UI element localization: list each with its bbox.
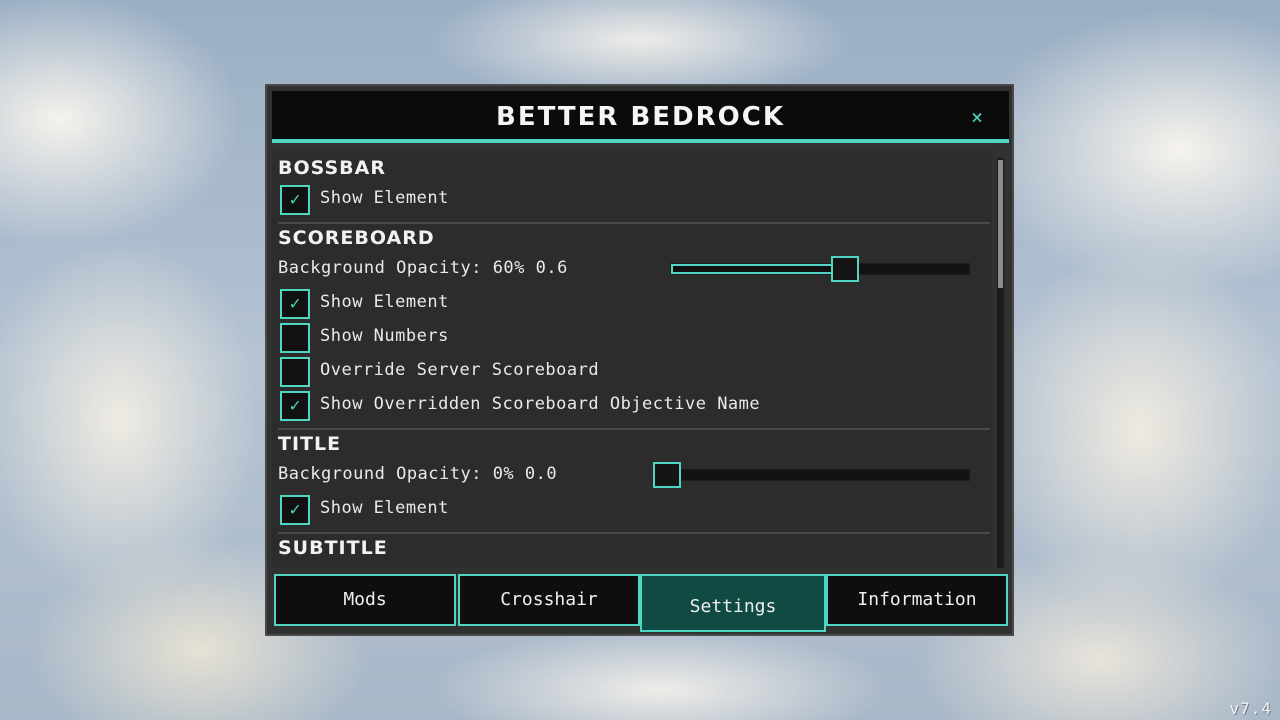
section-title-subtitle: SUBTITLE: [278, 537, 388, 559]
scoreboard-opacity-label: Background Opacity: 60% 0.6: [278, 258, 568, 278]
tab-settings[interactable]: Settings: [640, 574, 826, 632]
tab-bar: Mods Crosshair Settings Information: [274, 572, 1009, 632]
tab-mods[interactable]: Mods: [274, 574, 456, 626]
title-show-element-checkbox[interactable]: [280, 495, 310, 525]
scoreboard-opacity-slider[interactable]: [670, 256, 970, 282]
slider-handle[interactable]: [831, 256, 859, 282]
slider-fill: [671, 264, 837, 274]
tab-crosshair[interactable]: Crosshair: [458, 574, 640, 626]
override-server-scoreboard-checkbox[interactable]: [280, 357, 310, 387]
panel-header: BETTER BEDROCK ×: [272, 91, 1009, 143]
bossbar-show-element-label: Show Element: [320, 188, 449, 208]
panel-title: BETTER BEDROCK: [496, 102, 785, 132]
scrollbar[interactable]: [997, 158, 1004, 568]
scoreboard-show-element-label: Show Element: [320, 292, 449, 312]
scrollbar-thumb[interactable]: [998, 160, 1003, 288]
version-label: v7.4: [1229, 699, 1272, 718]
section-title-bossbar: BOSSBAR: [278, 157, 386, 179]
title-opacity-label: Background Opacity: 0% 0.0: [278, 464, 558, 484]
show-objective-name-checkbox[interactable]: [280, 391, 310, 421]
section-title-title: TITLE: [278, 433, 342, 455]
scoreboard-show-numbers-checkbox[interactable]: [280, 323, 310, 353]
slider-handle[interactable]: [653, 462, 681, 488]
tab-information[interactable]: Information: [826, 574, 1008, 626]
scoreboard-show-element-checkbox[interactable]: [280, 289, 310, 319]
scoreboard-show-numbers-label: Show Numbers: [320, 326, 449, 346]
divider: [278, 428, 990, 430]
divider: [278, 532, 990, 534]
section-title-scoreboard: SCOREBOARD: [278, 227, 435, 249]
bossbar-show-element-checkbox[interactable]: [280, 185, 310, 215]
show-objective-name-label: Show Overridden Scoreboard Objective Nam…: [320, 394, 761, 414]
close-icon[interactable]: ×: [963, 101, 991, 133]
title-opacity-slider[interactable]: [653, 462, 970, 488]
settings-list[interactable]: BOSSBAR Show Element SCOREBOARD Backgrou…: [272, 151, 992, 568]
settings-panel: BETTER BEDROCK × BOSSBAR Show Element SC…: [265, 84, 1014, 636]
override-server-scoreboard-label: Override Server Scoreboard: [320, 360, 600, 380]
title-show-element-label: Show Element: [320, 498, 449, 518]
divider: [278, 222, 990, 224]
